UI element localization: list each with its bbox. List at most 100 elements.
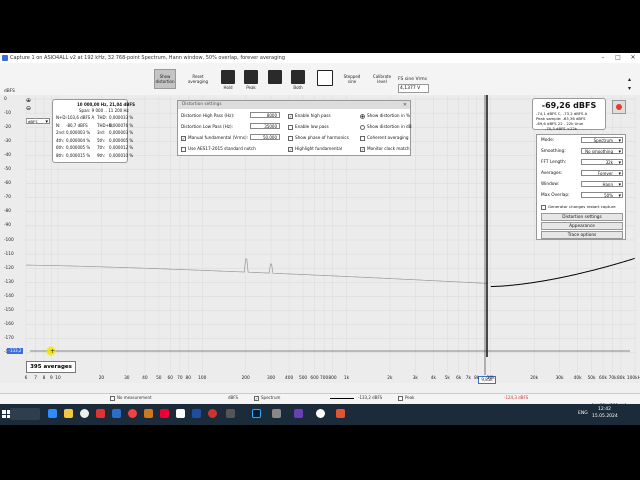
info-value: 0,000076 % xyxy=(109,122,134,128)
maximize-icon[interactable]: □ xyxy=(611,53,625,63)
clock-date[interactable]: 15.05.2024 xyxy=(592,414,618,419)
no-measurement-checkbox[interactable] xyxy=(110,395,115,401)
opera-icon[interactable] xyxy=(96,409,105,418)
aes17-checkbox[interactable] xyxy=(181,146,186,152)
app-icon-4[interactable] xyxy=(176,409,185,418)
word-icon[interactable] xyxy=(192,409,201,418)
aes17-row[interactable]: Use AES17-2015 standard notch xyxy=(181,146,256,152)
fs-sine-label: FS sine Vrms xyxy=(398,77,428,82)
start-icon[interactable] xyxy=(2,410,10,418)
show-pct-row[interactable]: Show distortion in % xyxy=(360,113,410,119)
mode-select[interactable]: Spectrum xyxy=(581,137,623,144)
smoothing-select[interactable]: No smoothing xyxy=(581,148,623,155)
averages-select[interactable]: Forever xyxy=(581,170,623,177)
legend-spectrum[interactable]: ✓ Spectrum xyxy=(254,395,280,401)
app-icon-1[interactable] xyxy=(128,409,137,418)
low-pass-label: Distortion Low Pass (Hz): xyxy=(181,124,234,129)
x-tick-label: 1k xyxy=(343,376,350,381)
distortion-settings-button[interactable]: Distortion settings xyxy=(541,213,623,221)
app-icon-7[interactable] xyxy=(272,409,281,418)
enable-high-pass-row[interactable]: ✓ Enable high pass xyxy=(288,113,331,119)
x-tick-label: 8k xyxy=(474,376,480,381)
show-phase-row[interactable]: Show phase of harmonics xyxy=(288,135,349,141)
show-db-row[interactable]: Show distortion in dB xyxy=(360,124,412,130)
coherent-row[interactable]: Coherent averaging xyxy=(360,135,409,141)
dialog-close-icon[interactable]: ✕ xyxy=(403,101,407,109)
overlap-select[interactable]: 50% xyxy=(581,192,623,199)
info-key: 9th: xyxy=(97,152,105,158)
monitor-clock-row[interactable]: ✓ Monitor clock match xyxy=(360,146,410,152)
coherent-label: Coherent averaging xyxy=(367,135,409,140)
both-icon[interactable] xyxy=(291,70,305,84)
y-unit-label: dBFS xyxy=(4,89,15,94)
app-icon-8[interactable] xyxy=(316,409,325,418)
overlap-label: Max Overlap: xyxy=(541,193,570,198)
generator-restart-row[interactable]: Generator changes restart capture xyxy=(541,204,616,210)
high-pass-input[interactable]: 8000 xyxy=(250,112,280,118)
highlight-fundamental-row[interactable]: ✓ Highlight fundamental xyxy=(288,146,342,152)
close-icon[interactable]: ✕ xyxy=(626,53,640,63)
play-icon[interactable] xyxy=(268,70,282,84)
y-tick-label: -150 xyxy=(4,308,14,313)
chrome-icon[interactable] xyxy=(80,409,89,418)
app-icon-5[interactable] xyxy=(208,409,217,418)
generator-restart-checkbox[interactable] xyxy=(541,204,546,210)
fft-length-select[interactable]: 32k xyxy=(581,159,623,166)
distortion-info-panel: 10 000,00 Hz, 21,04 dBFS Span: 9 000 .. … xyxy=(52,99,135,163)
language-indicator[interactable]: ENG xyxy=(578,411,588,416)
legend-peak[interactable]: Peak xyxy=(398,395,415,401)
monitor-clock-label: Monitor clock match xyxy=(367,146,410,151)
calibrate-level-button[interactable]: Calibrate level xyxy=(370,69,394,89)
x-tick-label: 70 xyxy=(177,376,183,381)
legend-no-measurement[interactable]: No measurement xyxy=(110,395,152,401)
store-icon[interactable] xyxy=(112,409,121,418)
export-icon[interactable] xyxy=(317,70,333,86)
low-pass-input[interactable]: 35000 xyxy=(250,123,280,129)
explorer-icon[interactable] xyxy=(64,409,73,418)
show-db-label: Show distortion in dB xyxy=(367,124,412,129)
enable-high-pass-checkbox[interactable]: ✓ xyxy=(288,113,293,119)
appearance-button[interactable]: Appearance xyxy=(541,222,623,230)
photoshop-icon[interactable] xyxy=(252,409,261,418)
reset-averaging-button[interactable]: Reset averaging xyxy=(186,69,210,89)
stepped-sine-button[interactable]: Stepped sine xyxy=(340,69,364,89)
x-tick-label: 40k xyxy=(573,376,582,381)
clock-time[interactable]: 12:42 xyxy=(598,407,611,412)
manual-fundamental-row[interactable]: ✓ Manual fundamental (Vrms): xyxy=(181,135,248,141)
window-select[interactable]: Hann xyxy=(581,181,623,188)
y-tick-label: -130 xyxy=(4,279,14,285)
coherent-checkbox[interactable] xyxy=(360,135,365,141)
search-icon[interactable] xyxy=(10,408,40,420)
x-tick-label: 6 xyxy=(24,376,28,381)
show-pct-radio[interactable] xyxy=(360,113,365,119)
app-icon-2[interactable] xyxy=(144,409,153,418)
x-tick-label: 80 xyxy=(185,376,191,381)
show-distortion-button[interactable]: Show distortion xyxy=(154,69,176,89)
show-phase-checkbox[interactable] xyxy=(288,135,293,141)
manual-fundamental-checkbox[interactable]: ✓ xyxy=(181,135,186,141)
info-value: 0,000015 % xyxy=(66,152,91,158)
x-tick-label: 3k xyxy=(412,376,418,381)
enable-low-pass-row[interactable]: Enable low pass xyxy=(288,124,329,130)
edge-icon[interactable] xyxy=(48,409,57,418)
peak-checkbox[interactable] xyxy=(398,395,403,401)
show-db-radio[interactable] xyxy=(360,124,365,130)
monitor-clock-checkbox[interactable]: ✓ xyxy=(360,146,365,152)
nav-up-icon[interactable]: ▴ xyxy=(628,76,631,83)
rew-taskbar-icon[interactable] xyxy=(294,409,303,418)
nav-down-icon[interactable]: ▾ xyxy=(628,85,631,92)
enable-low-pass-checkbox[interactable] xyxy=(288,124,293,130)
peak-icon[interactable] xyxy=(244,70,258,84)
spectrum-checkbox[interactable]: ✓ xyxy=(254,395,259,401)
app-icon-6[interactable] xyxy=(226,409,235,418)
app-icon-3[interactable] xyxy=(160,409,169,418)
manual-fundamental-input[interactable]: 50,000 xyxy=(250,134,280,140)
app-icon-9[interactable] xyxy=(336,409,345,418)
record-button[interactable] xyxy=(612,100,626,114)
fs-sine-value[interactable]: 4,1377 V xyxy=(398,84,429,93)
x-tick-label: 800 xyxy=(328,376,337,381)
hold-icon[interactable] xyxy=(221,70,235,84)
trace-options-button[interactable]: Trace options xyxy=(541,231,623,239)
minimize-icon[interactable]: – xyxy=(596,53,610,63)
highlight-fundamental-checkbox[interactable]: ✓ xyxy=(288,146,293,152)
